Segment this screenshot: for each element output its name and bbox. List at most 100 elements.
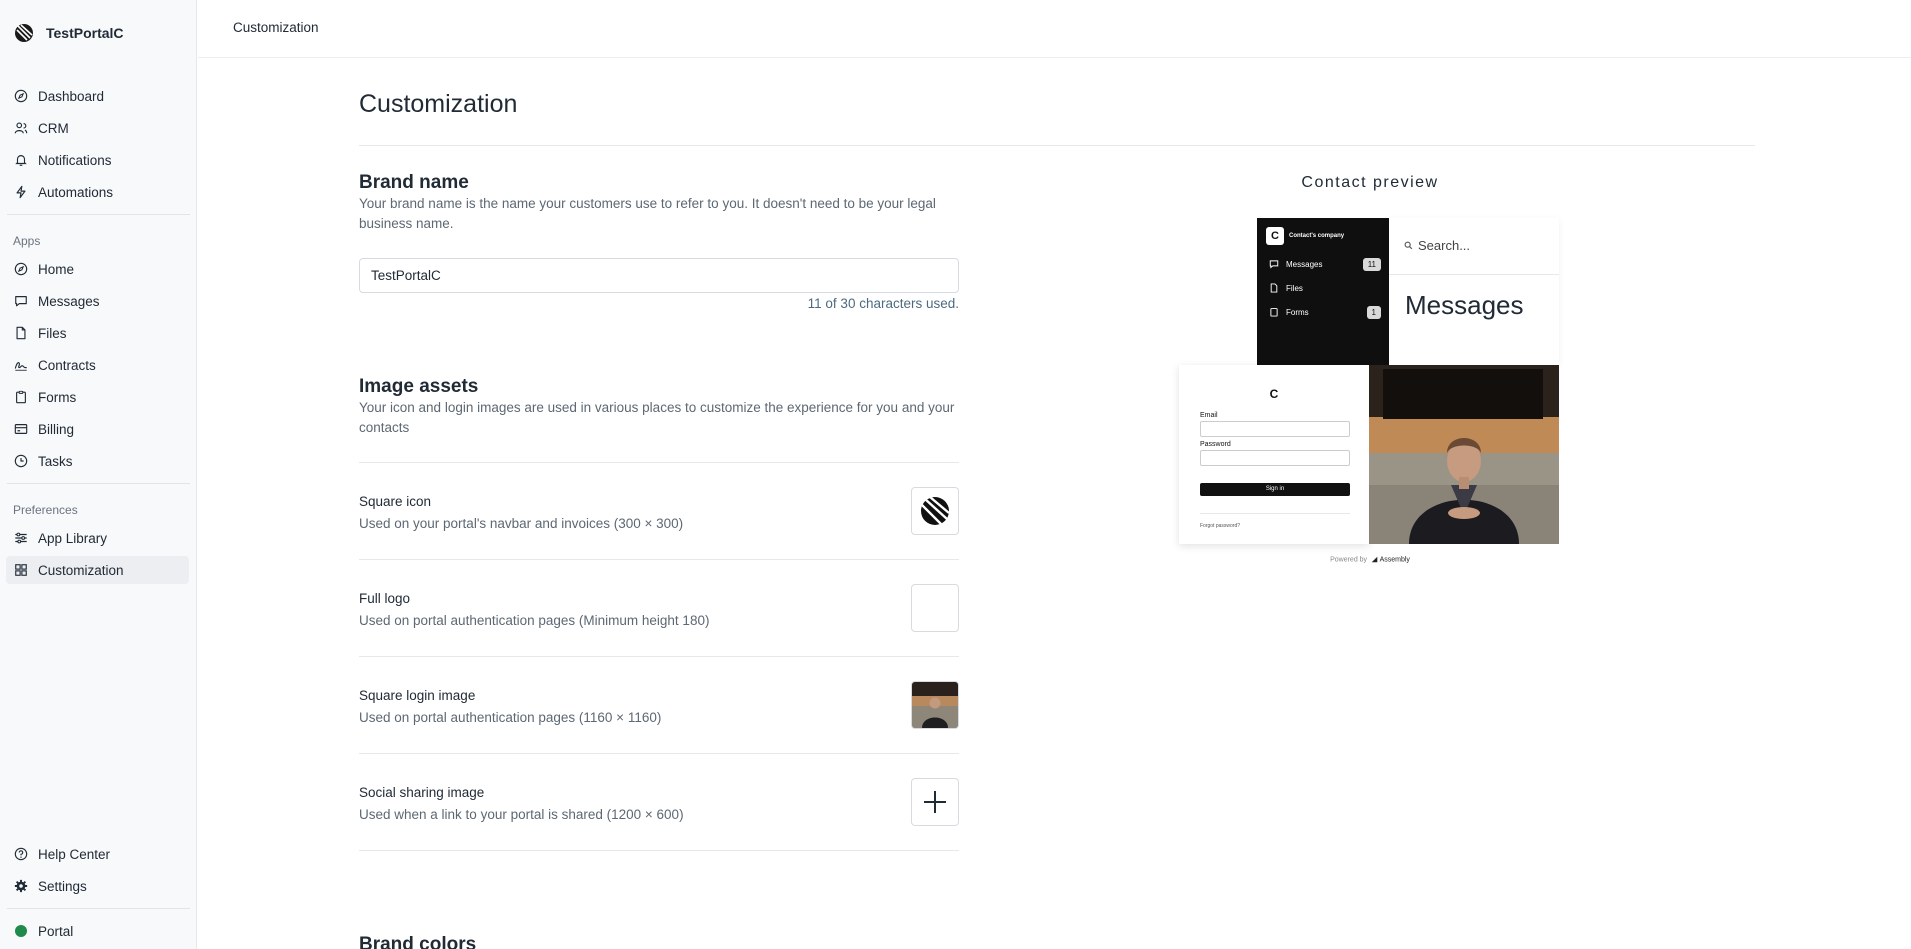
preview-search-placeholder: Search...	[1418, 238, 1471, 253]
preview-sidebar: C Contact's company Messages 11 Files Fo…	[1257, 218, 1389, 365]
asset-title: Square login image	[359, 688, 476, 703]
asset-title: Square icon	[359, 494, 432, 509]
search-icon	[1404, 241, 1413, 250]
signature-icon	[13, 357, 29, 373]
tasks-icon	[13, 453, 29, 469]
preview-nav-label: Messages	[1286, 259, 1323, 269]
preview-login-photo	[1369, 365, 1559, 544]
sidebar-item-tasks[interactable]: Tasks	[6, 447, 189, 475]
social-sharing-image-upload[interactable]	[911, 778, 959, 826]
sidebar-item-files[interactable]: Files	[6, 319, 189, 347]
preview-sign-in-button: Sign in	[1200, 483, 1350, 496]
sidebar-item-customization[interactable]: Customization	[6, 556, 189, 584]
sidebar-item-home[interactable]: Home	[6, 255, 189, 283]
compass-icon	[13, 88, 29, 104]
sidebar-item-label: Dashboard	[38, 88, 105, 104]
char-count: 11 of 30 characters used.	[807, 296, 959, 311]
bell-icon	[13, 152, 29, 168]
sidebar-item-help-center[interactable]: Help Center	[6, 840, 189, 868]
clipboard-icon	[13, 389, 29, 405]
preview-nav-forms: Forms 1	[1269, 304, 1381, 320]
brand-header[interactable]: TestPortalC	[14, 21, 124, 45]
sidebar-item-label: Notifications	[38, 152, 112, 168]
preview-company-avatar: C	[1266, 227, 1284, 245]
sidebar-item-label: Settings	[38, 878, 87, 894]
sliders-icon	[13, 530, 29, 546]
preview-content-title: Messages	[1405, 290, 1524, 320]
sidebar-item-label: Forms	[38, 389, 77, 405]
sidebar-item-billing[interactable]: Billing	[6, 415, 189, 443]
sidebar-item-label: Files	[38, 325, 67, 341]
sidebar-item-label: Billing	[38, 421, 75, 437]
asset-divider	[359, 753, 959, 754]
brand-name-input[interactable]	[359, 258, 959, 293]
apps-section-label: Apps	[13, 234, 41, 248]
sidebar-item-crm[interactable]: CRM	[6, 114, 189, 142]
sidebar-item-portal[interactable]: Portal	[6, 917, 189, 945]
home-icon	[13, 261, 29, 277]
full-logo-upload[interactable]	[911, 584, 959, 632]
preview-company-name: Contact's company	[1289, 233, 1345, 239]
preview-login-logo: C	[1269, 387, 1279, 401]
square-login-image-upload[interactable]	[911, 681, 959, 729]
sidebar-item-messages[interactable]: Messages	[6, 287, 189, 315]
asset-description: Used on portal authentication pages (Min…	[359, 613, 710, 628]
sidebar-item-label: Home	[38, 261, 75, 277]
preview-nav-messages: Messages 11	[1269, 256, 1381, 272]
asset-divider	[359, 850, 959, 851]
login-photo-thumbnail	[912, 682, 958, 728]
sidebar-item-dashboard[interactable]: Dashboard	[6, 82, 189, 110]
sidebar-item-automations[interactable]: Automations	[6, 178, 189, 206]
powered-by-label: Powered by	[1330, 556, 1368, 564]
sidebar-divider	[7, 214, 190, 215]
asset-description: Used on your portal's navbar and invoice…	[359, 516, 684, 531]
preview-email-label: Email	[1200, 412, 1218, 419]
asset-description: Used when a link to your portal is share…	[359, 807, 684, 822]
preview-powered-by: Powered by Assembly	[1180, 556, 1560, 563]
brand-name-description: Your brand name is the name your custome…	[359, 196, 936, 231]
gear-icon	[13, 878, 29, 894]
top-bar: Customization	[198, 0, 1911, 58]
message-icon	[13, 293, 29, 309]
sidebar: TestPortalC Dashboard CRM Notifications …	[0, 0, 197, 949]
preview-password-field	[1200, 450, 1350, 466]
breadcrumb: Customization	[233, 20, 319, 35]
brand-name: TestPortalC	[46, 25, 124, 41]
sidebar-item-contracts[interactable]: Contracts	[6, 351, 189, 379]
preview-password-label: Password	[1200, 441, 1231, 448]
help-icon	[13, 846, 29, 862]
sidebar-item-label: Customization	[38, 562, 124, 578]
brand-colors-heading: Brand colors	[359, 934, 477, 949]
sidebar-item-label: Help Center	[38, 846, 111, 862]
assembly-logo-icon	[1371, 556, 1378, 563]
powered-by-brand: Assembly	[1379, 556, 1410, 564]
sidebar-item-settings[interactable]: Settings	[6, 872, 189, 900]
sidebar-item-label: Tasks	[38, 453, 73, 469]
image-assets-heading: Image assets	[359, 376, 479, 397]
portal-status-icon	[13, 923, 29, 939]
preview-login-card: C Email Password Sign in Forgot password…	[1179, 365, 1369, 544]
grid-icon	[13, 562, 29, 578]
brand-name-heading: Brand name	[359, 172, 469, 193]
sidebar-item-label: CRM	[38, 120, 69, 136]
asset-divider	[359, 656, 959, 657]
preview-divider	[1200, 513, 1350, 514]
preview-divider	[1389, 274, 1559, 275]
sidebar-item-label: Messages	[38, 293, 100, 309]
preview-nav-label: Forms	[1286, 307, 1309, 317]
square-icon-upload[interactable]	[911, 487, 959, 535]
plus-icon	[924, 791, 946, 813]
preview-forgot-link: Forgot password?	[1200, 523, 1241, 529]
lightning-icon	[13, 184, 29, 200]
asset-divider	[359, 559, 959, 560]
preview-nav-badge: 1	[1366, 305, 1381, 319]
sidebar-item-notifications[interactable]: Notifications	[6, 146, 189, 174]
title-divider	[359, 145, 1755, 146]
sidebar-item-forms[interactable]: Forms	[6, 383, 189, 411]
sidebar-item-app-library[interactable]: App Library	[6, 524, 189, 552]
clipboard-icon	[1270, 308, 1278, 317]
contact-preview-label: Contact preview	[1301, 174, 1439, 191]
asset-divider	[359, 462, 959, 463]
sidebar-item-label: Contracts	[38, 357, 96, 373]
asset-title: Social sharing image	[359, 785, 485, 800]
